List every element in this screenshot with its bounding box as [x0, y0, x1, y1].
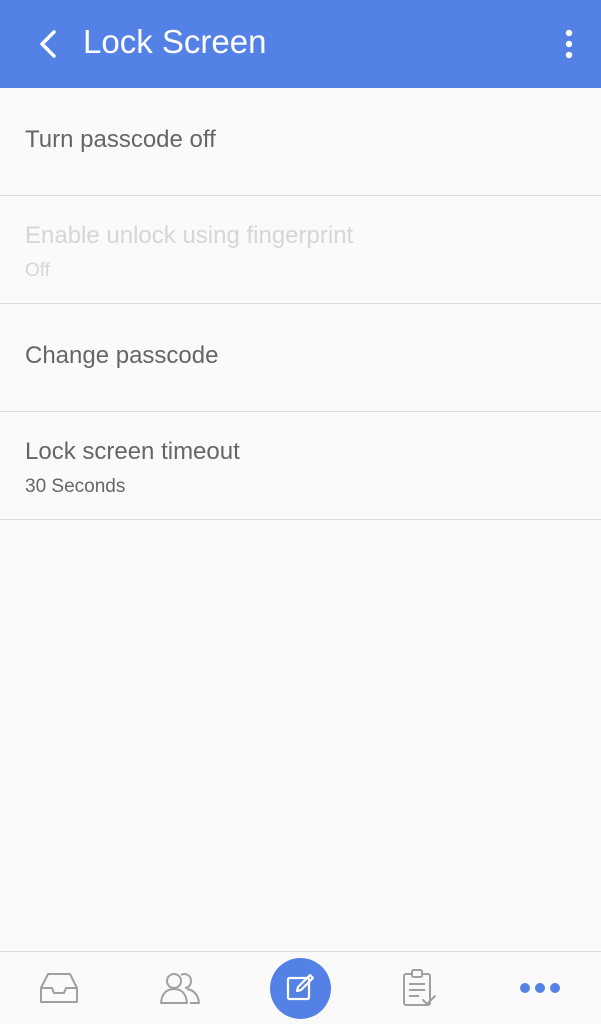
settings-list: Turn passcode off Enable unlock using fi…	[0, 88, 601, 520]
fingerprint-unlock-item: Enable unlock using fingerprint Off	[0, 196, 601, 304]
lock-screen-settings: Lock Screen Turn passcode off Enable unl…	[0, 0, 601, 1024]
setting-label: Enable unlock using fingerprint	[25, 222, 354, 249]
setting-label: Turn passcode off	[25, 126, 216, 153]
turn-passcode-off-item[interactable]: Turn passcode off	[0, 88, 601, 196]
nav-more[interactable]	[500, 952, 580, 1024]
more-vertical-icon	[565, 29, 573, 59]
compose-button[interactable]	[269, 957, 331, 1019]
nav-inbox[interactable]	[19, 952, 99, 1024]
change-passcode-item[interactable]: Change passcode	[0, 304, 601, 412]
setting-value: 30 Seconds	[25, 476, 126, 497]
nav-tasks[interactable]	[379, 952, 459, 1024]
compose-icon	[286, 973, 315, 1001]
overflow-menu-button[interactable]	[549, 22, 589, 66]
more-horizontal-icon	[520, 983, 560, 993]
contacts-icon	[160, 973, 200, 1004]
nav-compose[interactable]	[260, 952, 340, 1024]
setting-value: Off	[25, 260, 50, 281]
tasks-clipboard-icon	[403, 969, 436, 1006]
chevron-left-icon	[40, 30, 56, 58]
page-title: Lock Screen	[83, 23, 267, 60]
app-bar: Lock Screen	[0, 0, 601, 88]
back-button[interactable]	[26, 22, 70, 66]
setting-label: Lock screen timeout	[25, 438, 240, 465]
bottom-navigation	[0, 951, 601, 1024]
setting-label: Change passcode	[25, 342, 219, 369]
nav-contacts[interactable]	[140, 952, 220, 1024]
lock-screen-timeout-item[interactable]: Lock screen timeout 30 Seconds	[0, 412, 601, 520]
inbox-tray-icon	[40, 973, 78, 1003]
